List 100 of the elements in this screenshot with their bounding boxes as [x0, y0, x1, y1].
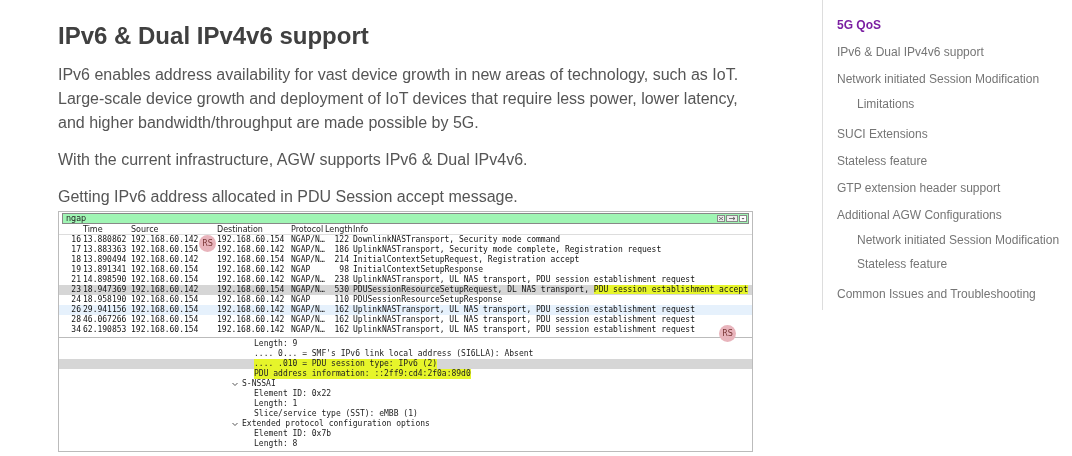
table-cell-text: 34	[70, 325, 81, 335]
table-cell-text: NGAP/N…	[291, 285, 326, 295]
chevron-icon[interactable]	[232, 381, 238, 387]
toc-link[interactable]: GTP extension header support	[837, 174, 1072, 201]
detail-text: Slice/service type (SST): eMBB (1)	[254, 409, 418, 419]
packet-row[interactable]: 26 29.941156 192.168.60.154 192.168.60.142 NGAP/N… 162 UplinkNASTransport, UL NAS transport, PDU session establishment request	[59, 305, 752, 315]
table-cell: 192.168.60.154	[131, 295, 199, 305]
detail-text: .... 0... = SMF's IPv6 link local address (SI6LLA): Absent	[254, 349, 534, 359]
toc-link[interactable]: Network initiated Session Modification	[837, 65, 1072, 92]
table-cell-text: NGAP	[291, 295, 312, 305]
table-cell-text: 17	[70, 245, 81, 255]
table-cell-text: 62.190853	[82, 325, 128, 335]
table-cell: 192.168.60.154	[131, 275, 199, 285]
column-header[interactable]: Protocol	[291, 225, 325, 234]
table-cell-text: 16	[70, 235, 81, 245]
toc-link[interactable]: Stateless feature	[837, 147, 1072, 174]
table-cell-text: 192.168.60.142	[217, 245, 286, 255]
table-cell: 192.168.60.154	[131, 315, 199, 325]
table-cell: PDUSessionResourceSetupResponse	[353, 295, 503, 305]
table-cell: UplinkNASTransport, UL NAS transport, PDU session establishment request	[353, 275, 695, 285]
table-cell-text: 23	[70, 285, 81, 295]
filter-field[interactable]: ngap	[63, 214, 717, 223]
toc-link[interactable]: 5G QoS	[837, 11, 1072, 38]
toc-link[interactable]: SUCI Extensions	[837, 120, 1072, 147]
table-cell-text: 18.958190	[82, 295, 128, 305]
paragraph: Getting IPv6 address allocated in PDU Session accept message.	[58, 187, 519, 207]
column-header[interactable]: Info	[353, 225, 752, 234]
table-cell: 192.168.60.154	[131, 325, 199, 335]
table-cell: UplinkNASTransport, UL NAS transport, PDU session establishment request	[353, 305, 695, 315]
table-cell-text: 122	[333, 235, 349, 245]
table-cell-text: 110	[333, 295, 349, 305]
table-cell-text: 238	[333, 275, 349, 285]
table-cell-text: 192.168.60.142	[217, 305, 286, 315]
table-cell-text: 21	[70, 275, 81, 285]
table-cell: InitialContextSetupResponse	[353, 265, 484, 275]
table-cell-text: 18	[70, 255, 81, 265]
table-cell-text: 530	[333, 285, 349, 295]
detail-text: PDU address information: ::2ff9:cd4:2f0a:89d0	[254, 369, 471, 379]
column-header[interactable]: Source	[131, 225, 217, 234]
toc-link[interactable]: Limitations	[837, 92, 1072, 116]
table-cell: 192.168.60.142	[131, 285, 199, 295]
table-cell-text: 98	[338, 265, 349, 275]
table-cell: 192.168.60.142	[131, 235, 199, 245]
column-header[interactable]: Length	[325, 225, 353, 234]
table-cell-text: 192.168.60.154	[217, 235, 286, 245]
paragraph: With the current infrastructure, AGW supports IPv6 & Dual IPv4v6.	[58, 150, 529, 170]
table-cell-text: NGAP/N…	[291, 245, 326, 255]
table-cell-text: 192.168.60.142	[217, 275, 286, 285]
table-cell-text: 192.168.60.142	[217, 295, 286, 305]
detail-row[interactable]: .... .010 = PDU session type: IPv6 (2)	[59, 359, 752, 369]
toc-link[interactable]: Additional AGW Configurations	[837, 201, 1072, 228]
table-cell-text: 162	[333, 315, 349, 325]
paragraph: IPv6 enables address availability for vast device growth in new areas of technology, such as IoT. Large-scale device growth and deployment of IoT devices that require less power, lower latency, and higher bandwidth/throughput are made possible by 5G.	[58, 65, 740, 133]
table-cell-text: 192.168.60.154	[217, 255, 286, 265]
detail-text: Length: 8	[254, 439, 298, 449]
packet-row[interactable]: 23 18.947369 192.168.60.142 192.168.60.154 NGAP/N… 530 PDUSessionResourceSetupRequest, DL NAS transport, PDU session establishment accept	[59, 285, 752, 295]
table-cell-text: NGAP/N…	[291, 325, 326, 335]
table-cell-text: 24	[70, 295, 81, 305]
table-cell: DownlinkNASTransport, Security mode command	[353, 235, 561, 245]
table-cell-text: NGAP/N…	[291, 275, 326, 285]
detail-text: Element ID: 0x22	[254, 389, 332, 399]
apply-arrow-icon[interactable]	[726, 215, 738, 222]
table-cell: 192.168.60.142	[131, 255, 199, 265]
detail-text: Extended protocol configuration options	[242, 419, 430, 429]
column-header[interactable]: Time	[83, 225, 131, 234]
column-header[interactable]: Destination	[217, 225, 291, 234]
table-cell-text: 18.947369	[82, 285, 128, 295]
chevron-icon[interactable]	[232, 421, 238, 427]
table-cell-text: 192.168.60.142	[217, 265, 286, 275]
table-cell-text: NGAP/N…	[291, 235, 326, 245]
detail-text: Element ID: 0x7b	[254, 429, 332, 439]
table-cell-text: 192.168.60.154	[217, 285, 286, 295]
table-cell-text: 29.941156	[82, 305, 128, 315]
table-cell-text: NGAP/N…	[291, 255, 326, 265]
dropdown-icon[interactable]	[739, 215, 747, 222]
table-cell-text: 192.168.60.142	[217, 315, 286, 325]
toc-link[interactable]: Network initiated Session Modification	[837, 228, 1072, 252]
table-cell: UplinkNASTransport, UL NAS transport, PDU session establishment request	[353, 315, 695, 325]
clear-icon[interactable]	[717, 215, 725, 222]
table-cell-text: 13.880862	[82, 235, 128, 245]
table-cell-text: 13.883363	[82, 245, 128, 255]
table-cell-text: 14.898590	[82, 275, 128, 285]
table-cell-text: 214	[333, 255, 349, 265]
table-cell-text: 26	[70, 305, 81, 315]
detail-text: Length: 1	[254, 399, 298, 409]
toc-link[interactable]: IPv6 & Dual IPv4v6 support	[837, 38, 1072, 65]
table-cell: 192.168.60.154	[131, 265, 199, 275]
table-cell-text: 13.890494	[82, 255, 128, 265]
table-cell-text: NGAP/N…	[291, 315, 326, 325]
table-cell-text: 19	[70, 265, 81, 275]
detail-text: S-NSSAI	[242, 379, 276, 389]
toc-link[interactable]: Stateless feature	[837, 252, 1072, 276]
detail-text: Length: 9	[254, 339, 298, 349]
toc-link[interactable]: Common Issues and Troubleshooting	[837, 280, 1072, 307]
article-heading: IPv6 & Dual IPv4v6 support	[58, 22, 370, 50]
table-cell-text: 162	[333, 305, 349, 315]
table-cell: UplinkNASTransport, UL NAS transport, PDU session establishment request	[353, 325, 695, 335]
table-cell-text: 13.891341	[82, 265, 128, 275]
table-cell: 192.168.60.154	[131, 245, 199, 255]
table-cell-text: 28	[70, 315, 81, 325]
